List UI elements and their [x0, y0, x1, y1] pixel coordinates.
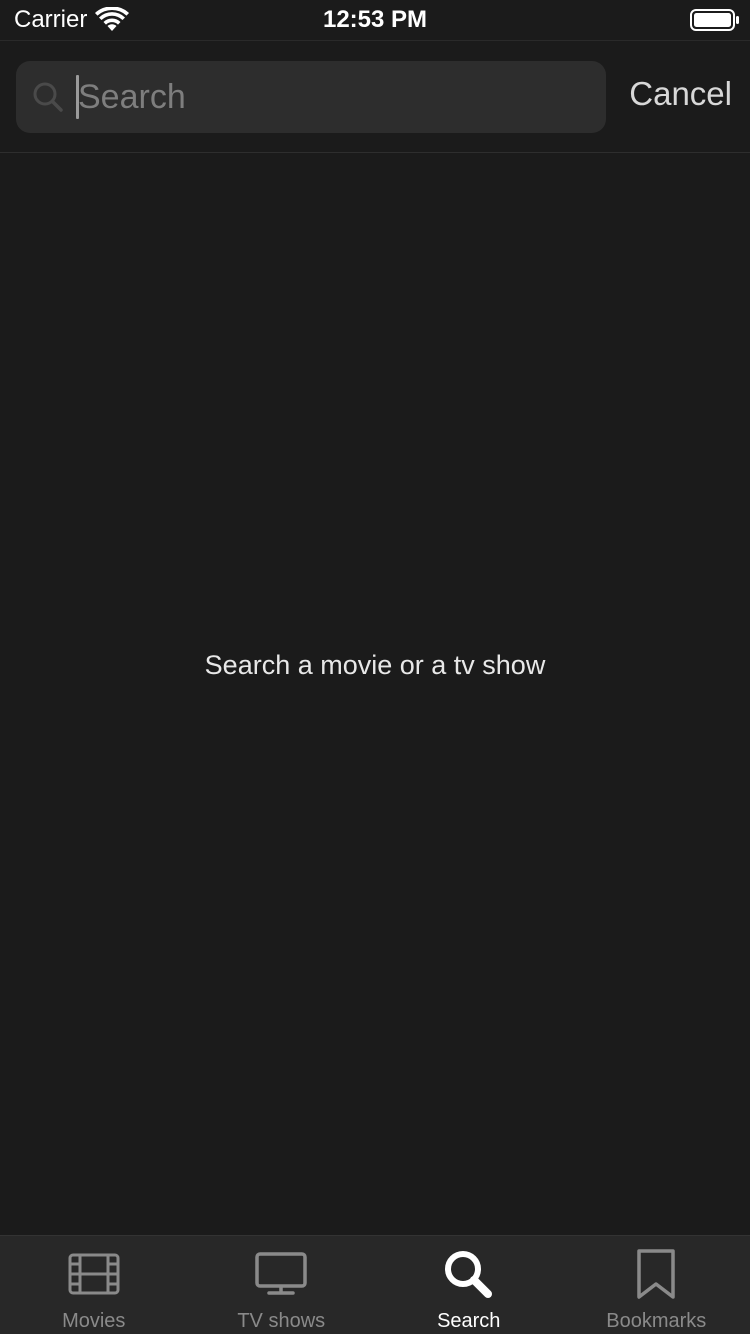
empty-state-message: Search a movie or a tv show	[204, 650, 546, 680]
tab-label-movies: Movies	[62, 1310, 126, 1332]
search-header: Cancel	[0, 40, 750, 153]
search-glass-icon	[33, 82, 63, 112]
tv-icon	[255, 1252, 307, 1295]
tab-label-bookmarks: Bookmarks	[606, 1310, 707, 1332]
tab-search[interactable]: Search	[375, 1236, 563, 1334]
status-bar: Carrier 12:53 PM	[0, 0, 750, 40]
film-icon	[68, 1253, 120, 1295]
search-screen: Carrier 12:53 PM Cancel Search	[0, 0, 750, 1334]
cancel-button[interactable]: Cancel	[629, 75, 732, 113]
tab-movies[interactable]: Movies	[0, 1236, 188, 1334]
search-bar[interactable]	[16, 61, 606, 133]
search-icon	[444, 1251, 492, 1298]
bookmark-icon	[637, 1249, 675, 1299]
tab-bar: Movies TV shows Search Bookmarks	[0, 1235, 750, 1334]
status-time: 12:53 PM	[322, 6, 428, 33]
search-input[interactable]	[78, 61, 588, 133]
tab-label-search: Search	[437, 1310, 501, 1332]
tab-bookmarks[interactable]: Bookmarks	[563, 1236, 750, 1334]
battery-icon	[690, 9, 739, 31]
tab-tv-shows[interactable]: TV shows	[188, 1236, 376, 1334]
tab-label-tv-shows: TV shows	[237, 1310, 326, 1332]
